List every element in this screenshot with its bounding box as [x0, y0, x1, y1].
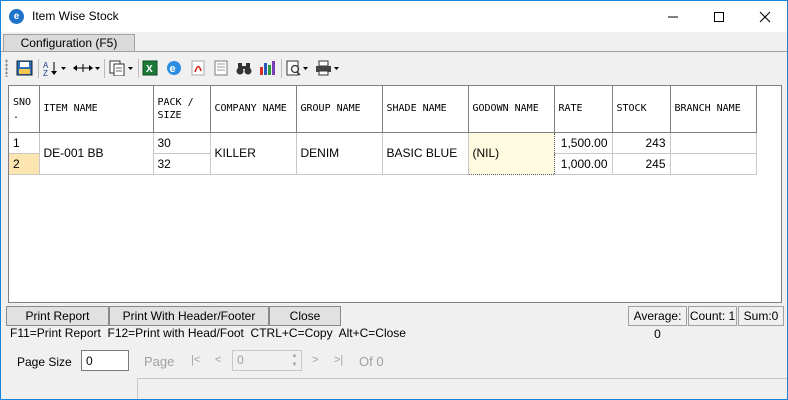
column-header-group-name[interactable]: GROUP NAME: [296, 86, 383, 133]
first-page-button[interactable]: |<: [191, 354, 200, 366]
page-label: Page: [144, 354, 175, 369]
column-header-godown-name[interactable]: GODOWN NAME: [468, 86, 555, 133]
page-size-input[interactable]: [81, 350, 129, 371]
sort-az-icon[interactable]: A Z: [43, 60, 67, 76]
cell-rate[interactable]: 1,000.00: [554, 153, 613, 175]
internet-explorer-icon[interactable]: e: [166, 60, 182, 76]
sum-stat: Sum:0: [738, 306, 784, 326]
svg-text:e: e: [170, 63, 176, 75]
document-icon[interactable]: [213, 60, 229, 76]
tab-configuration[interactable]: Configuration (F5): [3, 34, 135, 52]
save-layout-icon[interactable]: [16, 60, 33, 76]
cell-shade-name[interactable]: BASIC BLUE: [382, 132, 469, 175]
column-header-branch-name[interactable]: BRANCH NAME: [670, 86, 757, 133]
item-wise-stock-window: e Item Wise Stock Configuration (F5) A Z: [0, 0, 788, 400]
cell-rate[interactable]: 1,500.00: [554, 132, 613, 154]
close-window-button[interactable]: [742, 1, 788, 32]
title-bar: e Item Wise Stock: [1, 1, 787, 32]
cell-pack-size[interactable]: 32: [153, 153, 211, 175]
print-with-header-footer-button[interactable]: Print With Header/Footer: [109, 306, 269, 326]
status-bar: [137, 378, 787, 399]
cell-group-name[interactable]: DENIM: [296, 132, 383, 175]
window-title: Item Wise Stock: [32, 9, 119, 23]
column-header-shade-name[interactable]: SHADE NAME: [382, 86, 469, 133]
toolbar-separator: [38, 59, 39, 78]
maximize-icon: [714, 11, 724, 22]
toolbar-separator: [104, 59, 105, 78]
page-number-value: 0: [237, 353, 244, 367]
print-preview-icon[interactable]: [286, 60, 312, 76]
cell-pack-size[interactable]: 30: [153, 132, 211, 154]
close-icon: [759, 11, 771, 22]
stock-table: SNO . ITEM NAME PACK / SIZE COMPANY NAME…: [9, 86, 757, 175]
cell-stock[interactable]: 243: [612, 132, 671, 154]
printer-icon[interactable]: [315, 60, 341, 76]
cell-sno[interactable]: 2: [9, 153, 40, 175]
column-header-rate[interactable]: RATE: [554, 86, 613, 133]
stock-grid[interactable]: SNO . ITEM NAME PACK / SIZE COMPANY NAME…: [8, 85, 782, 303]
spin-up-icon[interactable]: ▲: [289, 352, 300, 361]
cell-company-name[interactable]: KILLER: [210, 132, 297, 175]
table-row[interactable]: 1 DE-001 BB 30 KILLER DENIM BASIC BLUE (…: [9, 131, 757, 175]
column-header-pack-size[interactable]: PACK / SIZE: [153, 86, 211, 133]
column-header-item-name[interactable]: ITEM NAME: [39, 86, 154, 133]
cell-item-name[interactable]: DE-001 BB: [39, 132, 154, 175]
average-stat: Average: 0: [628, 306, 687, 341]
app-icon: e: [9, 9, 24, 24]
cell-branch-name[interactable]: [670, 153, 757, 175]
pdf-export-icon[interactable]: [190, 60, 206, 76]
column-header-stock[interactable]: STOCK: [612, 86, 671, 133]
last-page-button[interactable]: >|: [334, 354, 343, 366]
print-report-button[interactable]: Print Report: [6, 306, 109, 326]
table-header-row: SNO . ITEM NAME PACK / SIZE COMPANY NAME…: [9, 86, 757, 133]
minimize-icon: [668, 16, 678, 17]
column-header-sno[interactable]: SNO .: [9, 86, 40, 133]
copy-icon[interactable]: [109, 60, 135, 76]
spin-down-icon[interactable]: ▼: [289, 361, 300, 370]
cell-branch-name[interactable]: [670, 132, 757, 154]
minimize-button[interactable]: [650, 1, 696, 32]
close-button[interactable]: Close: [269, 306, 341, 326]
toolbar: A Z X e: [1, 53, 787, 83]
maximize-button[interactable]: [696, 1, 742, 32]
page-size-label: Page Size: [17, 355, 72, 369]
page-count-label: Of 0: [359, 354, 384, 369]
page-number-stepper[interactable]: 0 ▲ ▼: [232, 350, 302, 371]
count-stat: Count: 1: [688, 306, 737, 326]
svg-text:X: X: [146, 64, 153, 75]
toolbar-separator: [138, 59, 139, 78]
previous-page-button[interactable]: <: [215, 354, 221, 366]
bar-chart-icon[interactable]: [259, 60, 276, 76]
cell-godown-name[interactable]: (NIL): [467, 131, 555, 175]
binoculars-find-icon[interactable]: [236, 60, 252, 76]
svg-text:Z: Z: [43, 69, 48, 76]
toolbar-grip[interactable]: [5, 59, 8, 77]
cell-sno[interactable]: 1: [9, 132, 40, 154]
cell-stock[interactable]: 245: [612, 153, 671, 175]
excel-export-icon[interactable]: X: [142, 60, 158, 76]
next-page-button[interactable]: >: [312, 354, 318, 366]
tab-divider: [1, 51, 787, 52]
column-header-company-name[interactable]: COMPANY NAME: [210, 86, 297, 133]
shortcut-hints: F11=Print Report F12=Print with Head/Foo…: [10, 326, 406, 340]
column-width-icon[interactable]: [72, 60, 100, 76]
toolbar-separator: [281, 59, 282, 78]
